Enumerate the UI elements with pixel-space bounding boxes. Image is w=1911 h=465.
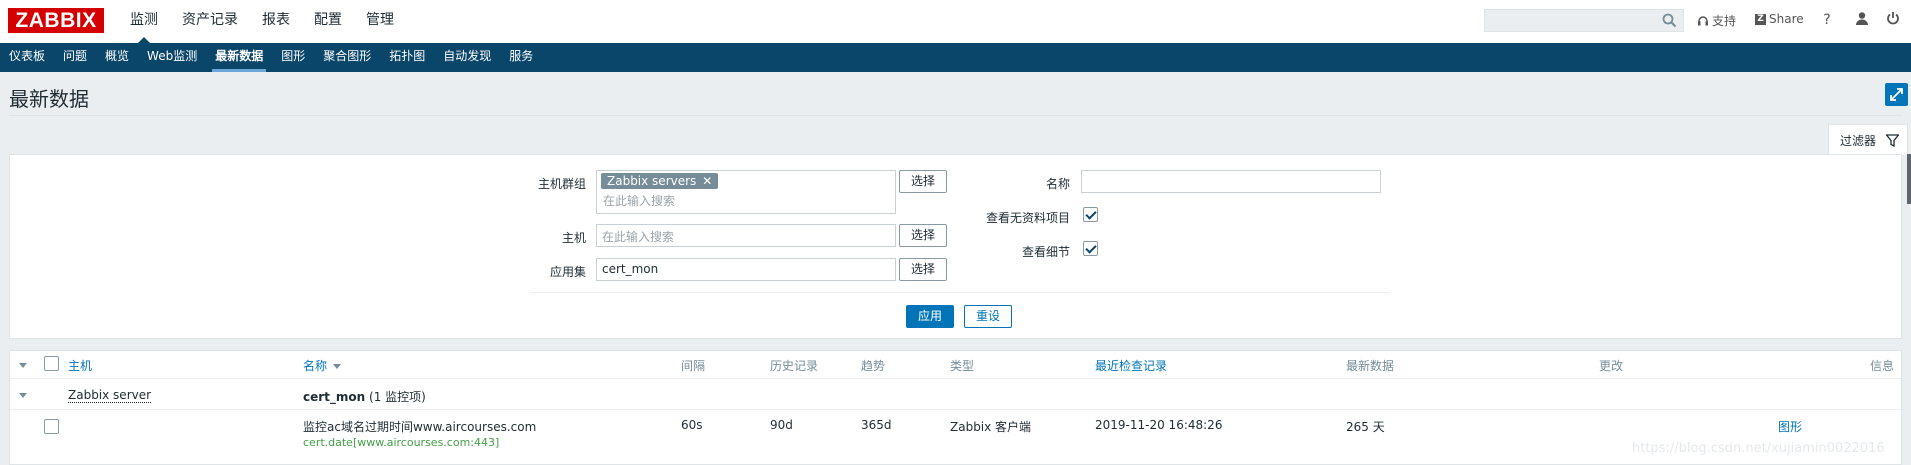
divider	[9, 115, 1902, 116]
col-header-last-value: 最新数据	[1346, 359, 1395, 373]
col-header-trends: 趋势	[861, 359, 886, 373]
col-header-info: 信息	[1870, 359, 1895, 373]
group-host-link[interactable]: Zabbix server	[68, 388, 152, 403]
group-host-name: Zabbix server	[68, 388, 152, 403]
latest-data-table: 主机 名称 间隔 历史记录 趋势 类型 最近检查记录 最新数据 更改 信息 Za…	[9, 350, 1902, 465]
group-application: cert_mon (1 监控项)	[303, 388, 426, 405]
filter-tab[interactable]: 过滤器	[1828, 124, 1908, 155]
share-link[interactable]: Z Share	[1755, 12, 1804, 26]
host-group-chip-label: Zabbix servers	[607, 174, 697, 188]
help-icon[interactable]: ?	[1818, 12, 1836, 28]
user-profile-icon[interactable]	[1853, 11, 1871, 29]
group-item-count: (1 监控项)	[369, 390, 426, 404]
sub-nav: 仪表板 问题 概览 Web监测 最新数据 图形 聚合图形 拓扑图 自动发现 服务	[0, 43, 1911, 72]
item-last-check: 2019-11-20 16:48:26	[1095, 418, 1223, 432]
host-group-placeholder: 在此输入搜索	[603, 194, 676, 208]
subnav-discovery[interactable]: 自动发现	[434, 43, 500, 72]
share-label: Share	[1769, 12, 1804, 26]
select-all-checkbox[interactable]	[44, 356, 59, 371]
show-details-checkbox[interactable]	[1083, 241, 1098, 256]
search-icon[interactable]	[1662, 13, 1677, 28]
fullscreen-button[interactable]	[1885, 83, 1908, 106]
subnav-dashboard[interactable]: 仪表板	[0, 43, 54, 72]
item-key: cert.date[www.aircourses.com:443]	[303, 436, 500, 449]
col-header-history: 历史记录	[770, 359, 819, 373]
page-title: 最新数据	[9, 87, 89, 111]
subnav-problems[interactable]: 问题	[54, 43, 96, 72]
support-link[interactable]: 支持	[1697, 12, 1736, 29]
item-last-value: 265 天	[1346, 420, 1385, 434]
name-input[interactable]	[1081, 170, 1381, 193]
host-group-label: 主机群组	[537, 177, 586, 191]
sign-out-icon[interactable]	[1884, 11, 1902, 29]
reset-button[interactable]: 重设	[964, 305, 1012, 328]
item-name: 监控ac域名过期时间www.aircourses.com	[303, 420, 537, 434]
zabbix-logo[interactable]: ZABBIX	[8, 8, 104, 33]
nav-configuration[interactable]: 配置	[302, 0, 354, 43]
collapse-all-toggle[interactable]	[19, 363, 27, 368]
item-history: 90d	[770, 418, 793, 432]
group-collapse-toggle[interactable]	[19, 393, 27, 398]
scrollbar[interactable]	[1907, 154, 1911, 204]
col-header-host[interactable]: 主机	[68, 357, 92, 374]
item-trends: 365d	[861, 418, 892, 432]
subnav-web[interactable]: Web监测	[138, 43, 206, 72]
apply-button[interactable]: 应用	[906, 305, 954, 328]
expand-icon	[1890, 88, 1903, 101]
subnav-maps[interactable]: 拓扑图	[380, 43, 434, 72]
filter-divider	[530, 292, 1390, 293]
nav-inventory[interactable]: 资产记录	[170, 0, 250, 43]
subnav-overview[interactable]: 概览	[96, 43, 138, 72]
show-no-data-checkbox[interactable]	[1083, 207, 1098, 222]
col-header-name-label: 名称	[303, 359, 328, 373]
host-group-multiselect[interactable]: Zabbix servers ✕ 在此输入搜索	[596, 170, 896, 214]
row-divider	[10, 409, 1901, 410]
host-input[interactable]: 在此输入搜索	[596, 224, 896, 247]
application-select-button[interactable]: 选择	[899, 258, 947, 281]
col-header-last-check[interactable]: 最近检查记录	[1095, 357, 1167, 374]
nav-monitoring[interactable]: 监测	[118, 0, 170, 43]
item-type: Zabbix 客户端	[950, 420, 1032, 434]
show-details-label: 查看细节	[1021, 245, 1070, 259]
col-header-type: 类型	[950, 359, 975, 373]
host-group-select-button[interactable]: 选择	[899, 170, 947, 193]
item-interval: 60s	[681, 418, 703, 432]
host-label: 主机	[561, 231, 586, 245]
application-label: 应用集	[549, 265, 586, 279]
subnav-services[interactable]: 服务	[500, 43, 542, 72]
headset-icon	[1698, 15, 1708, 25]
support-label: 支持	[1712, 14, 1737, 28]
show-no-data-label: 查看无资料项目	[985, 211, 1070, 225]
global-search-input[interactable]	[1484, 9, 1684, 32]
col-header-interval: 间隔	[681, 359, 706, 373]
group-application-name: cert_mon	[303, 390, 366, 404]
col-header-change: 更改	[1599, 359, 1624, 373]
host-group-chip: Zabbix servers ✕	[601, 173, 719, 189]
nav-reports[interactable]: 报表	[250, 0, 302, 43]
row-divider	[10, 378, 1901, 379]
subnav-graphs[interactable]: 图形	[272, 43, 314, 72]
remove-chip-icon[interactable]: ✕	[702, 174, 712, 188]
top-header: ZABBIX 监测 资产记录 报表 配置 管理 支持 Z Share ?	[0, 0, 1911, 43]
name-label: 名称	[1045, 177, 1070, 191]
main-nav: 监测 资产记录 报表 配置 管理	[118, 0, 406, 43]
subnav-screens[interactable]: 聚合图形	[314, 43, 380, 72]
item-checkbox[interactable]	[44, 419, 59, 434]
item-graph-link[interactable]: 图形	[1778, 418, 1802, 435]
col-header-name[interactable]: 名称	[303, 357, 341, 374]
nav-administration[interactable]: 管理	[354, 0, 406, 43]
sort-desc-icon	[332, 364, 341, 369]
csdn-watermark: https://blog.csdn.net/xujiamin0022016	[1632, 441, 1885, 456]
application-input[interactable]: cert_mon	[596, 258, 896, 281]
filter-icon	[1886, 133, 1899, 147]
subnav-latest-data[interactable]: 最新数据	[206, 43, 272, 72]
share-z-icon: Z	[1755, 13, 1766, 25]
filter-tab-label: 过滤器	[1839, 133, 1876, 148]
